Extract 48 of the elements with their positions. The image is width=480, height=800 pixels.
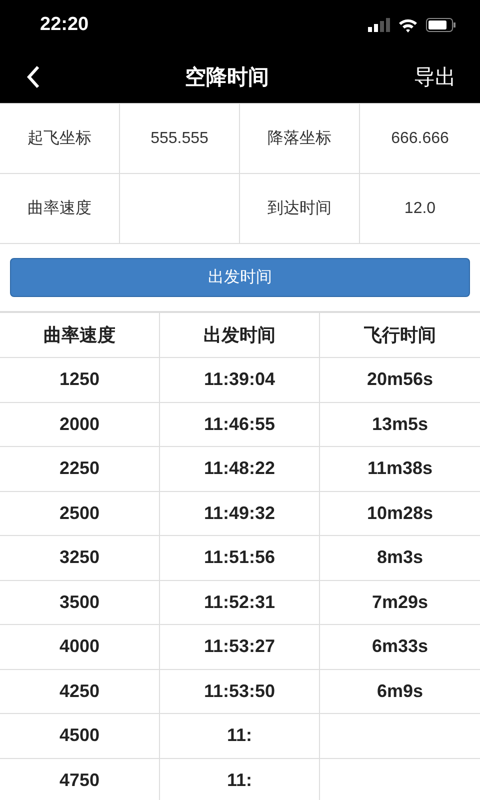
table-cell: 6m9s [320, 670, 480, 714]
table-cell: 11:52:31 [160, 580, 320, 625]
wifi-icon [398, 18, 418, 32]
table-cell: 11: [160, 758, 320, 800]
field-label: 起飞坐标 [0, 104, 120, 174]
table-cell: 1250 [0, 358, 160, 402]
back-icon [26, 64, 40, 88]
field-label: 到达时间 [240, 174, 360, 244]
table-cell: 11m38s [320, 447, 480, 492]
page-title: 空降时间 [185, 64, 269, 90]
table-cell: 11:53:50 [160, 670, 320, 714]
table-cell: 11:49:32 [160, 492, 320, 536]
table-cell: 11: [160, 714, 320, 758]
table-cell: 4000 [0, 625, 160, 670]
table-cell: 2250 [0, 447, 160, 492]
table-cell: 11:53:27 [160, 625, 320, 670]
table-cell: 20m56s [320, 358, 480, 402]
export-button[interactable]: 导出 [414, 62, 456, 90]
table-cell: 11:39:04 [160, 358, 320, 402]
departure-time-button[interactable]: 出发时间 [10, 258, 470, 297]
empty-field[interactable] [120, 174, 240, 244]
table-cell: 4750 [0, 758, 160, 800]
table-cell: 2000 [0, 402, 160, 447]
table-cell: 11:46:55 [160, 402, 320, 447]
table-cell: 11:51:56 [160, 536, 320, 580]
table-cell: 3250 [0, 536, 160, 580]
column-header: 曲率速度 [0, 313, 160, 358]
table-cell: 2500 [0, 492, 160, 536]
table-cell: 10m28s [320, 492, 480, 536]
table-cell: 8m3s [320, 536, 480, 580]
table-cell: 3500 [0, 580, 160, 625]
column-header: 出发时间 [160, 313, 320, 358]
status-time: 22:20 [40, 14, 89, 36]
table-cell: 11:48:22 [160, 447, 320, 492]
signal-icon [368, 18, 390, 32]
battery-icon [426, 18, 456, 32]
table-cell: 13m5s [320, 402, 480, 447]
table-cell: 7m29s [320, 580, 480, 625]
field-label: 曲率速度 [0, 174, 120, 244]
column-header: 飞行时间 [320, 313, 480, 358]
field-value[interactable]: 555.555 [120, 104, 240, 174]
table-cell: 4250 [0, 670, 160, 714]
back-button[interactable] [26, 64, 40, 88]
table-cell: 6m33s [320, 625, 480, 670]
field-value[interactable]: 12.0 [360, 174, 480, 244]
field-value[interactable]: 666.666 [360, 104, 480, 174]
table-cell: 4500 [0, 714, 160, 758]
field-label: 降落坐标 [240, 104, 360, 174]
